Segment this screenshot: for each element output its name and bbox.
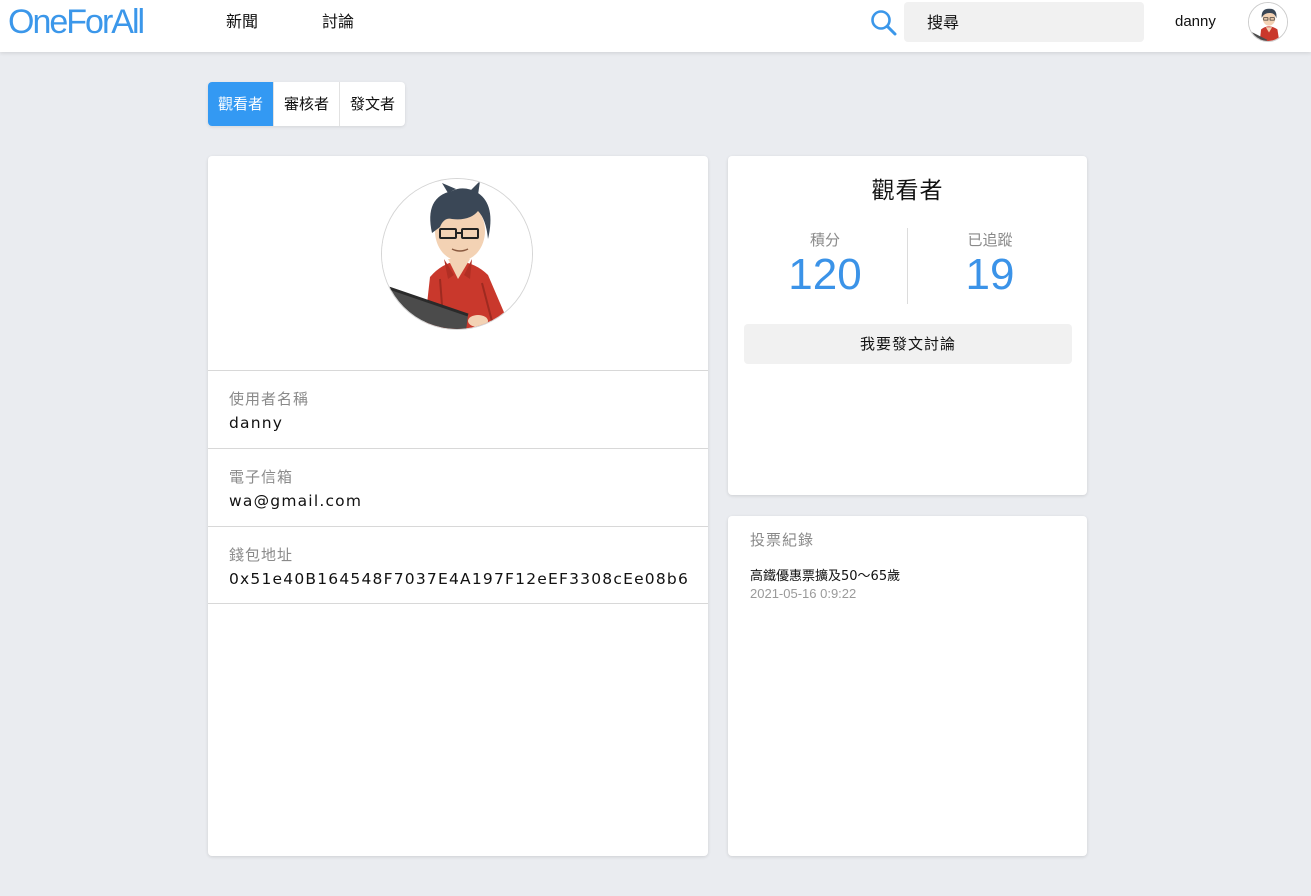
email-label: 電子信箱 [229,468,294,486]
post-discussion-button[interactable]: 我要發文討論 [744,324,1072,364]
tab-poster[interactable]: 發文者 [340,82,405,126]
wallet-value: 0x51e40B164548F7037E4A197F12eEF3308cEe08… [229,570,690,588]
email-value: wa@gmail.com [229,492,363,510]
vote-item-time: 2021-05-16 0:9:22 [750,586,857,601]
username-field: 使用者名稱 danny [208,370,708,448]
email-field: 電子信箱 wa@gmail.com [208,448,708,526]
vote-item[interactable]: 高鐵優惠票擴及50～65歲 2021-05-16 0:9:22 [750,568,900,602]
username-label: 使用者名稱 [229,390,310,408]
role-title: 觀看者 [871,178,944,204]
nav-discussion[interactable]: 討論 [322,12,354,32]
following-label: 已追蹤 [967,231,1013,249]
vote-history-card: 投票紀錄 高鐵優惠票擴及50～65歲 2021-05-16 0:9:22 [728,516,1087,856]
points-stat: 積分 120 [745,230,905,300]
avatar[interactable] [1248,2,1288,42]
search-icon[interactable] [868,8,900,38]
wallet-label: 錢包地址 [229,546,294,564]
top-navbar: OneForAll 新聞 討論 danny [0,0,1311,52]
following-stat: 已追蹤 19 [910,230,1070,300]
stat-divider [907,228,908,304]
stats-card: 觀看者 積分 120 已追蹤 19 我要發文討論 [728,156,1087,495]
username-value: danny [229,414,284,432]
following-value: 19 [965,250,1015,299]
username[interactable]: danny [1175,12,1216,32]
wallet-field: 錢包地址 0x51e40B164548F7037E4A197F12eEF3308… [208,526,708,604]
logo[interactable]: OneForAll [8,2,145,42]
points-value: 120 [788,250,862,299]
tab-reviewer[interactable]: 審核者 [274,82,341,126]
profile-avatar [381,178,533,330]
role-tabs: 觀看者 審核者 發文者 [208,82,406,126]
profile-card: 使用者名稱 danny 電子信箱 wa@gmail.com 錢包地址 0x51e… [208,156,708,856]
search-input[interactable] [904,2,1144,42]
vote-item-title: 高鐵優惠票擴及50～65歲 [750,569,901,584]
points-label: 積分 [809,231,840,249]
vote-history-title: 投票紀錄 [750,531,815,549]
nav-news[interactable]: 新聞 [226,12,258,32]
tab-viewer[interactable]: 觀看者 [208,82,275,126]
